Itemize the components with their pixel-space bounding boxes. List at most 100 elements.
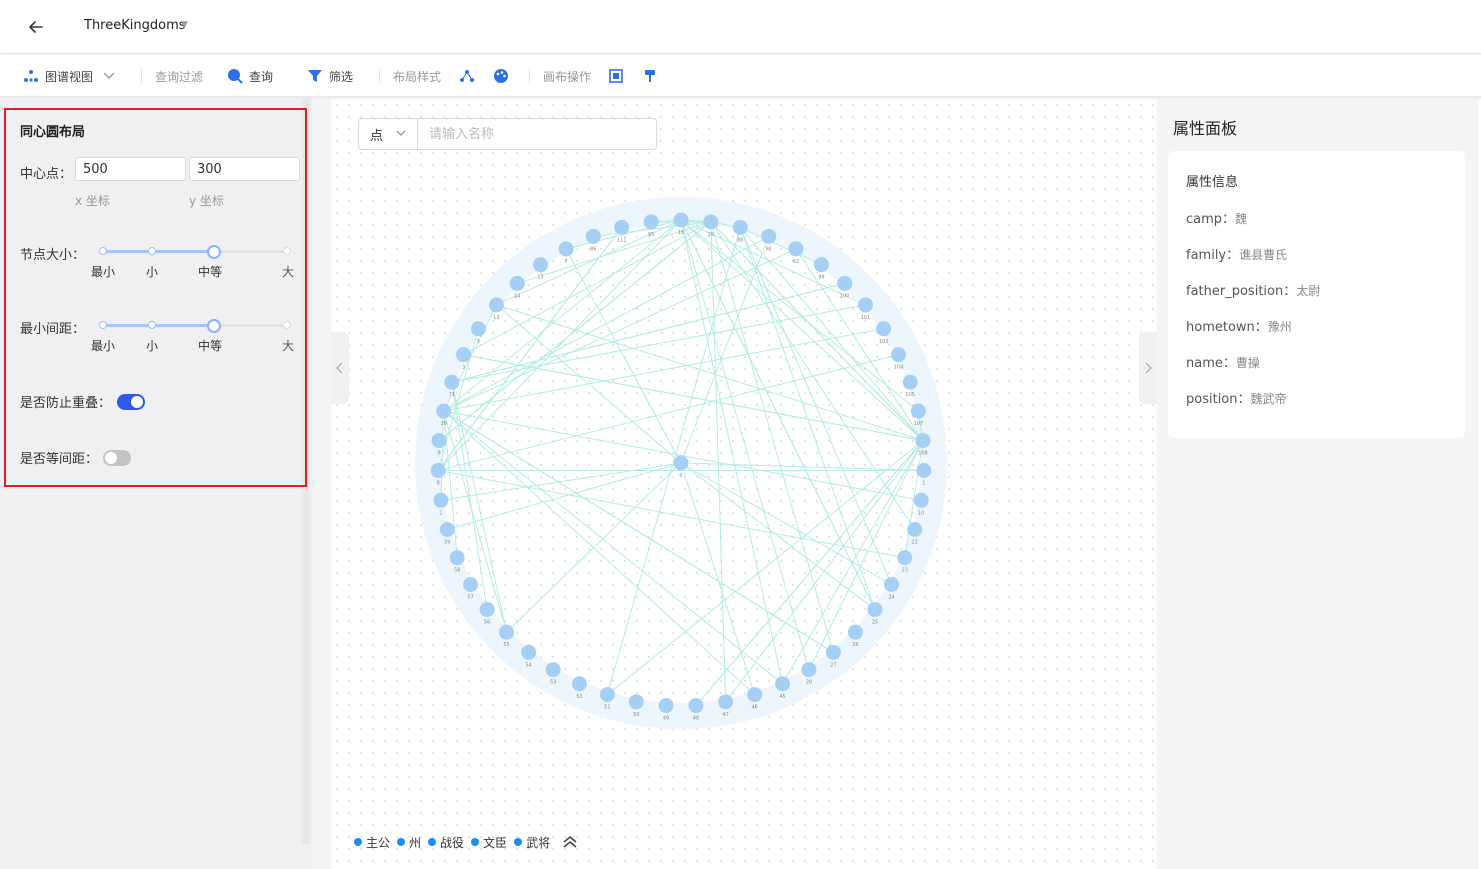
chevron-right-icon xyxy=(1145,362,1152,374)
node-label: 107 xyxy=(914,421,924,427)
back-arrow-icon[interactable] xyxy=(26,17,46,37)
graph-node[interactable]: 7 xyxy=(558,241,574,265)
graph-node[interactable]: 98 xyxy=(813,257,829,281)
graph-node[interactable]: 0 xyxy=(673,455,689,480)
equidistant-switch[interactable] xyxy=(103,450,131,466)
clear-format-button[interactable] xyxy=(644,55,656,97)
node-circle xyxy=(643,214,659,230)
node-circle xyxy=(883,577,899,592)
prevent-overlap-switch[interactable] xyxy=(117,394,145,410)
graph-edge[interactable] xyxy=(680,219,810,670)
layout-palette-button[interactable] xyxy=(493,55,509,97)
graph-nodes-icon xyxy=(24,70,38,82)
switch-knob xyxy=(105,452,117,464)
center-y-input[interactable] xyxy=(189,157,300,181)
node-label: 58 xyxy=(454,568,460,574)
graph-edge[interactable] xyxy=(440,462,682,501)
node-circle xyxy=(718,694,734,710)
node-circle xyxy=(837,275,853,291)
graph-edge[interactable] xyxy=(443,410,756,695)
slider-stop xyxy=(148,321,156,329)
graph-node[interactable]: 95 xyxy=(643,214,659,238)
graph-node[interactable]: 100 xyxy=(837,275,853,300)
graph-node[interactable]: 14 xyxy=(509,275,525,300)
graph-edge[interactable] xyxy=(443,328,884,412)
node-size-slider[interactable] xyxy=(99,244,291,260)
slider-stop xyxy=(283,321,291,329)
node-label: 47 xyxy=(722,712,728,718)
graph-edge[interactable] xyxy=(565,248,682,464)
graph-node[interactable]: 111 xyxy=(614,219,630,244)
fit-view-button[interactable] xyxy=(609,55,623,97)
node-label: 55 xyxy=(503,642,509,648)
graph-edge[interactable] xyxy=(496,304,682,464)
legend-label: 主公 xyxy=(366,835,391,850)
graph-edge[interactable] xyxy=(438,469,905,559)
layout-graph-button[interactable] xyxy=(459,55,475,97)
graph-node[interactable]: 13 xyxy=(488,297,504,321)
node-label: 26 xyxy=(852,642,858,648)
slider-stop xyxy=(283,247,291,255)
node-label: 49 xyxy=(663,716,669,722)
collapse-left-button[interactable] xyxy=(331,332,349,404)
min-gap-mark-min: 最小 xyxy=(90,339,116,353)
divider xyxy=(141,69,142,83)
node-circle xyxy=(509,275,525,291)
legend-item[interactable]: 主公 xyxy=(354,834,390,851)
center-x-input[interactable] xyxy=(75,157,186,181)
graph-node[interactable]: 86 xyxy=(585,228,601,253)
graph-edge[interactable] xyxy=(680,462,876,610)
node-circle xyxy=(614,219,630,235)
node-label: 45 xyxy=(779,694,785,700)
graph-view-dropdown[interactable]: 图谱视图 xyxy=(23,55,115,97)
graph-node[interactable]: 15 xyxy=(533,257,549,281)
graph-node[interactable]: 62 xyxy=(788,241,804,265)
graph-edge[interactable] xyxy=(447,462,682,530)
graph-edge[interactable] xyxy=(607,440,924,695)
node-label: 10 xyxy=(918,510,924,516)
node-label: 54 xyxy=(525,662,531,668)
legend-item[interactable]: 文臣 xyxy=(471,834,507,851)
node-circle xyxy=(449,550,465,566)
property-row: name：曹操 xyxy=(1186,352,1260,371)
node-label: 59 xyxy=(444,540,450,546)
graph-visualization[interactable]: 16 15888162981001011031041051071081102223… xyxy=(331,99,1157,819)
node-label: 48 xyxy=(693,716,699,722)
graph-edge[interactable] xyxy=(710,221,916,530)
legend-item[interactable]: 战役 xyxy=(428,834,464,851)
slider-handle[interactable] xyxy=(206,245,221,259)
slider-handle[interactable] xyxy=(206,319,221,333)
legend: 主公 州 战役 文臣 武将 xyxy=(354,833,577,851)
switch-knob xyxy=(131,396,143,408)
query-button[interactable]: 查询 xyxy=(227,55,273,97)
legend-item[interactable]: 武将 xyxy=(514,834,550,851)
filter-label: 筛选 xyxy=(329,69,354,84)
collapse-legend-icon[interactable] xyxy=(563,836,577,848)
node-circle xyxy=(433,492,449,508)
caret-down-icon[interactable]: ▼ xyxy=(181,20,188,30)
graph-node[interactable]: 101 xyxy=(858,297,874,321)
node-label: 1 xyxy=(922,480,925,486)
node-circle xyxy=(876,321,892,337)
prevent-overlap-label: 是否防止重叠： xyxy=(20,396,112,411)
graph-edge[interactable] xyxy=(680,462,756,695)
node-label: 0 xyxy=(679,473,682,479)
node-label: 52 xyxy=(576,694,582,700)
center-point-label: 中心点： xyxy=(20,167,73,182)
node-label: 9 xyxy=(437,451,440,457)
property-row: camp：魏 xyxy=(1186,208,1247,227)
graph-node[interactable]: 16 xyxy=(673,212,689,237)
app-title[interactable]: ThreeKingdoms xyxy=(84,18,186,33)
node-label: 104 xyxy=(894,365,904,371)
graph-node[interactable]: 15 xyxy=(703,214,719,238)
collapse-right-button[interactable] xyxy=(1139,332,1157,404)
legend-dot xyxy=(471,838,480,846)
filter-button[interactable]: 筛选 xyxy=(307,55,353,97)
legend-item[interactable]: 州 xyxy=(397,834,421,851)
property-key: hometown： xyxy=(1186,320,1268,335)
min-gap-slider[interactable] xyxy=(99,318,291,334)
search-type-select[interactable]: 点 xyxy=(359,119,418,149)
node-circle xyxy=(747,687,763,703)
node-circle xyxy=(558,241,574,257)
search-input[interactable] xyxy=(419,119,656,149)
